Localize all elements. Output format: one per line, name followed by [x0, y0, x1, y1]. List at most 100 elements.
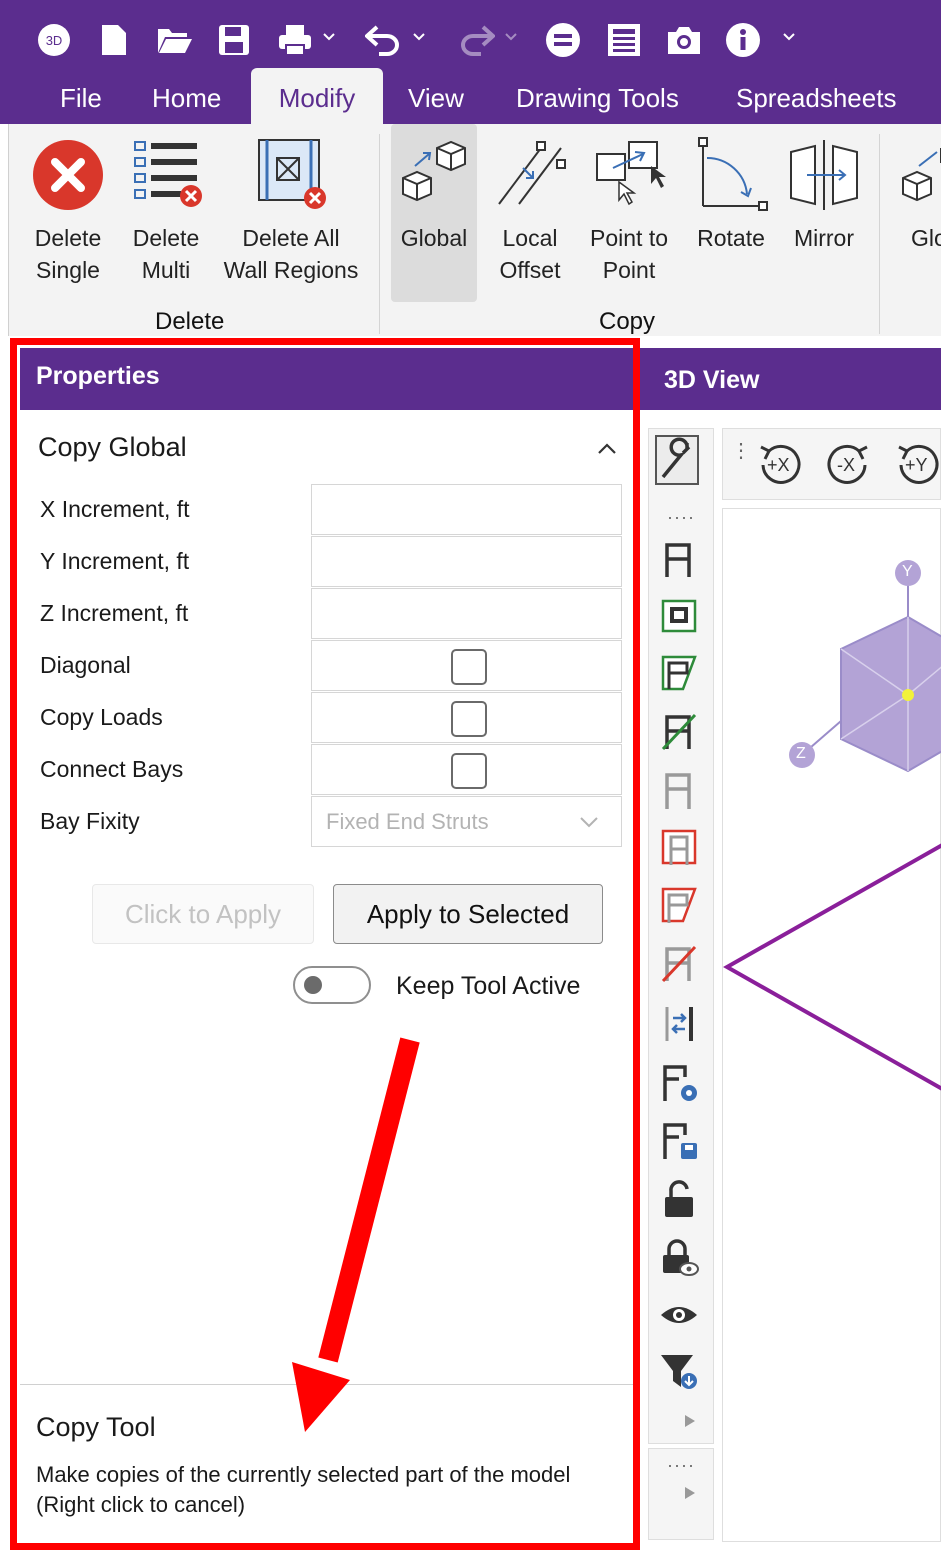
delete-single-button[interactable]: Delete Single	[23, 134, 113, 284]
rotate-plus-y-button[interactable]: +Y	[891, 441, 941, 489]
copy-rotate-button[interactable]: Rotate	[689, 134, 773, 284]
ribbon: Delete Single Delete Multi Delete All Wa…	[8, 124, 941, 336]
tab-drawing-tools[interactable]: Drawing Tools	[516, 68, 679, 124]
frame-save-icon[interactable]	[659, 1121, 699, 1161]
view-tool-strip: ····	[648, 428, 714, 1444]
axis-y-label: Y	[902, 563, 913, 580]
frame-red-brace-icon[interactable]	[659, 943, 699, 983]
z-increment-input[interactable]	[311, 588, 622, 639]
eye-icon[interactable]	[659, 1295, 699, 1335]
chevron-up-icon[interactable]	[596, 438, 618, 460]
view-header: 3D View	[640, 348, 941, 410]
chevron-down-icon[interactable]	[782, 30, 796, 44]
frame-red-diag-icon[interactable]	[659, 885, 699, 925]
expand-right-icon[interactable]	[683, 1413, 697, 1429]
copy-point-to-point-button[interactable]: Point to Point	[579, 134, 679, 284]
rotate-plus-x-button[interactable]: +X	[753, 441, 805, 489]
info-icon[interactable]	[724, 18, 762, 62]
copy-loads-checkbox[interactable]	[451, 701, 487, 737]
rotate-minus-x-button[interactable]: -X	[823, 441, 875, 489]
filter-icon[interactable]	[659, 1351, 699, 1391]
camera-icon[interactable]	[664, 18, 704, 62]
report-icon[interactable]	[604, 18, 644, 62]
rotate-label: +Y	[905, 455, 928, 475]
z-increment-label: Z Increment, ft	[40, 600, 189, 626]
bay-fixity-value: Fixed End Struts	[326, 809, 489, 834]
view-rotate-toolbar: ⋮ +X -X +Y	[722, 428, 941, 500]
frame-icon[interactable]	[659, 541, 699, 581]
chevron-down-icon[interactable]	[322, 30, 336, 44]
apply-to-selected-button[interactable]: Apply to Selected	[333, 884, 603, 944]
ribbon-group-label-copy: Copy	[599, 308, 656, 335]
footer-description: Make copies of the currently selected pa…	[36, 1462, 571, 1517]
frame-red-icon[interactable]	[659, 827, 699, 867]
frame-brace-icon[interactable]	[659, 711, 699, 751]
diagonal-checkbox[interactable]	[451, 649, 487, 685]
rotate-icon	[698, 137, 768, 211]
tab-spreadsheets[interactable]: Spreadsheets	[736, 68, 896, 124]
ribbon-tabs: File Home Modify View Drawing Tools Spre…	[0, 68, 941, 124]
wrench-icon[interactable]	[655, 435, 699, 485]
print-icon[interactable]	[276, 18, 314, 62]
chevron-down-icon[interactable]	[412, 30, 426, 44]
button-label: Single	[36, 257, 100, 283]
button-label: Mirror	[793, 225, 855, 251]
frame-settings-icon[interactable]	[659, 1063, 699, 1103]
bay-fixity-select[interactable]: Fixed End Struts	[311, 796, 622, 847]
chevron-down-icon	[580, 817, 598, 828]
3d-logo-icon[interactable]: 3D	[36, 18, 72, 62]
x-increment-input[interactable]	[311, 484, 622, 535]
lock-view-icon[interactable]	[659, 1237, 699, 1277]
unlock-icon[interactable]	[659, 1179, 699, 1219]
global-icon	[902, 148, 941, 202]
delete-multi-button[interactable]: Delete Multi	[121, 134, 211, 284]
copy-local-offset-button[interactable]: Local Offset	[487, 134, 573, 284]
button-label: Point	[602, 257, 656, 283]
copy-mirror-button[interactable]: Mirror	[781, 134, 867, 284]
button-label: Delete	[34, 225, 102, 251]
x-increment-label: X Increment, ft	[40, 496, 190, 522]
copy-global-2-button[interactable]: Glol	[889, 134, 941, 284]
y-increment-input[interactable]	[311, 536, 622, 587]
connect-bays-checkbox[interactable]	[451, 753, 487, 789]
undo-icon[interactable]	[364, 18, 404, 62]
section-title: Copy Global	[38, 432, 187, 462]
bay-fixity-label: Bay Fixity	[40, 808, 140, 834]
frame-fill-icon[interactable]	[659, 597, 699, 637]
view-cube[interactable]	[723, 509, 941, 1543]
keep-tool-active-label: Keep Tool Active	[396, 972, 581, 1000]
expand-right-icon[interactable]	[683, 1485, 697, 1501]
new-file-icon[interactable]	[98, 18, 130, 62]
button-label: Glol	[911, 225, 941, 251]
tab-home[interactable]: Home	[152, 68, 221, 124]
footer-divider	[20, 1384, 634, 1385]
button-label: Local	[502, 225, 558, 251]
delete-all-wall-regions-button[interactable]: Delete All Wall Regions	[221, 134, 361, 284]
toggle-knob	[304, 976, 322, 994]
button-label: Global	[400, 225, 468, 251]
frame-outline-icon[interactable]	[659, 771, 699, 811]
button-label: Multi	[141, 257, 191, 283]
button-label: Offset	[499, 257, 561, 283]
footer-title: Copy Tool	[36, 1412, 156, 1442]
tab-file[interactable]: File	[60, 68, 102, 124]
align-icon[interactable]	[659, 1003, 699, 1043]
equals-icon[interactable]	[544, 18, 582, 62]
delete-x-icon	[33, 140, 103, 210]
click-to-apply-button[interactable]: Click to Apply	[92, 884, 314, 944]
save-icon[interactable]	[216, 18, 252, 62]
redo-icon[interactable]	[456, 18, 496, 62]
copy-global-button[interactable]: Global	[391, 124, 477, 302]
open-folder-icon[interactable]	[156, 18, 194, 62]
tab-view[interactable]: View	[408, 68, 464, 124]
frame-diagonal-icon[interactable]	[659, 653, 699, 693]
strip-dots: ····	[667, 507, 695, 527]
ribbon-group-label-delete: Delete	[155, 308, 225, 335]
button-label: Delete All	[242, 225, 340, 251]
tab-modify[interactable]: Modify	[251, 68, 383, 124]
chevron-down-icon[interactable]	[504, 30, 518, 44]
3d-viewport[interactable]: Y Z	[722, 508, 941, 1542]
button-label: Rotate	[697, 225, 765, 251]
keep-tool-active-toggle[interactable]	[293, 966, 371, 1004]
wall-region-delete-icon	[258, 139, 326, 209]
